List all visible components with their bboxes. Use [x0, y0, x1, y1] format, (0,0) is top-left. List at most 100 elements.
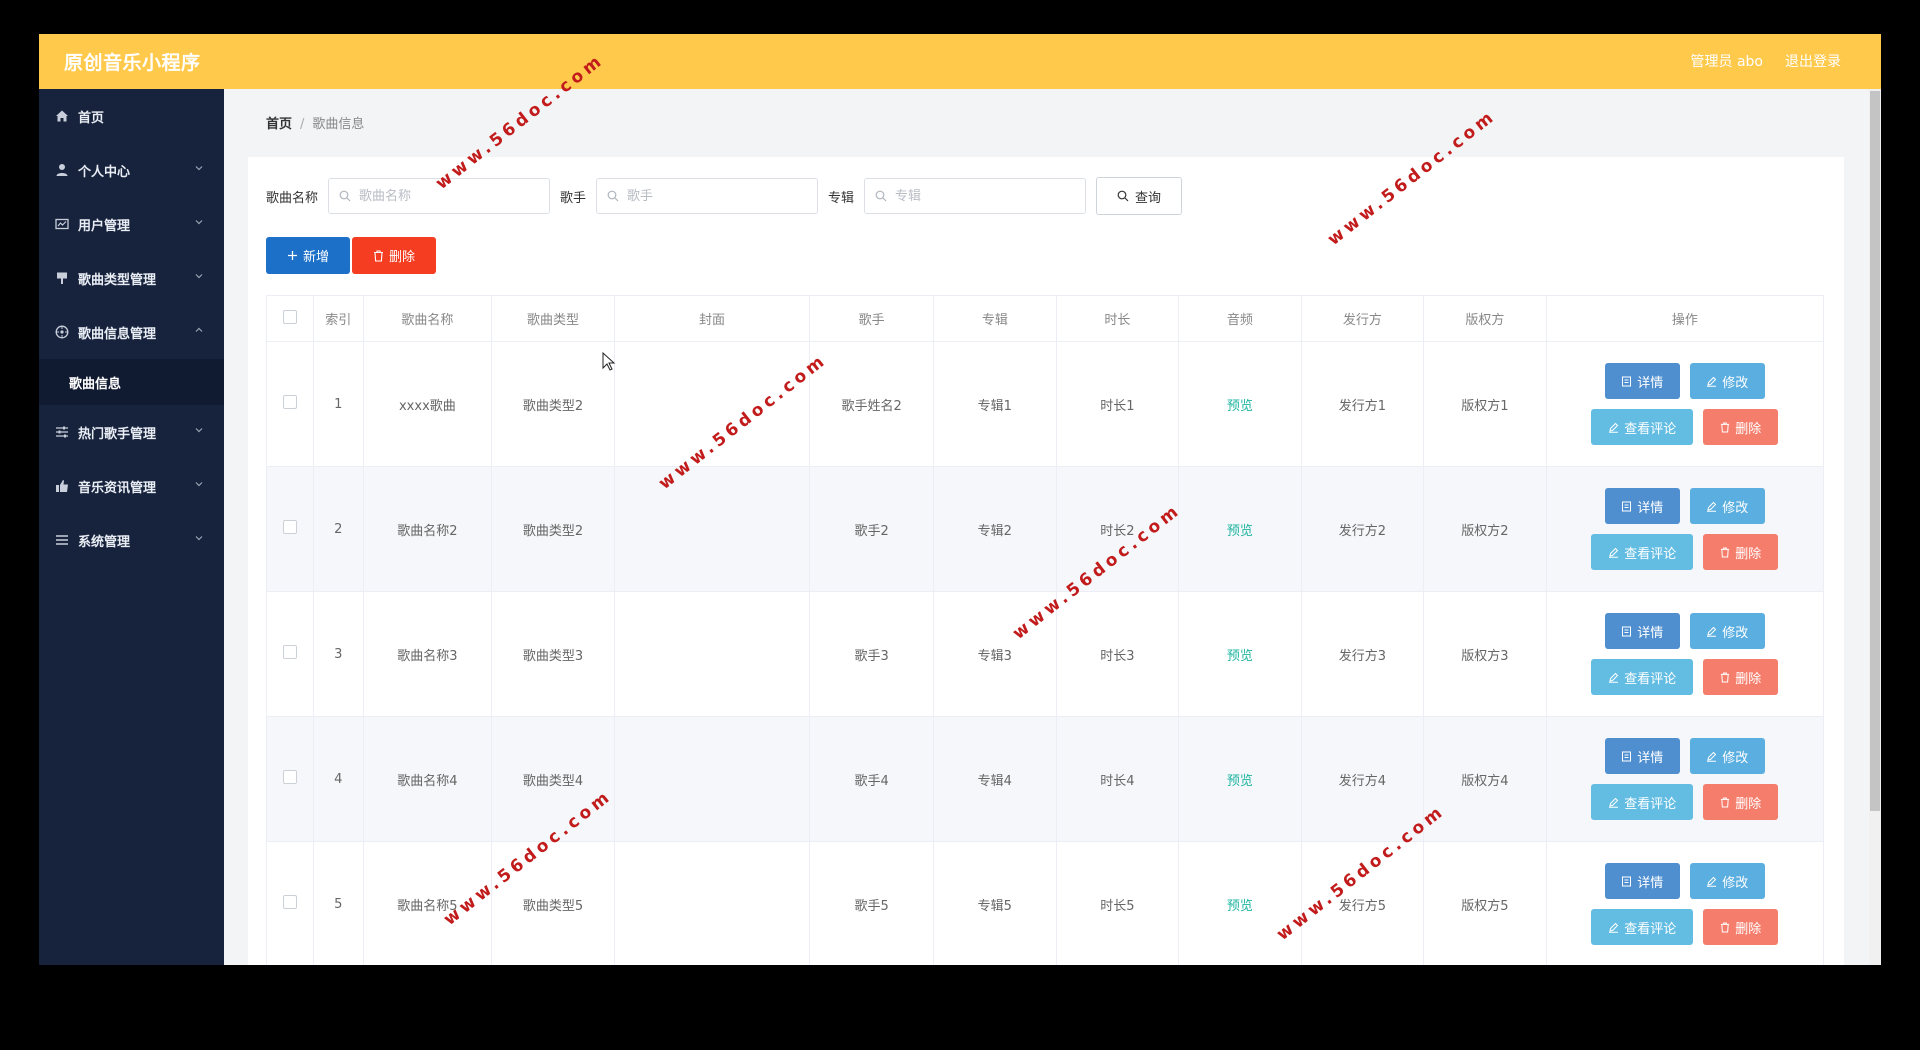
- view-comments-button[interactable]: 查看评论: [1591, 409, 1694, 445]
- thumb-icon: [55, 479, 69, 493]
- album-input[interactable]: [893, 187, 1078, 205]
- sidebar-item-song-info[interactable]: 歌曲信息管理: [39, 305, 224, 359]
- song-name-label: 歌曲名称: [266, 190, 319, 206]
- table-cell: 发行方5: [1300, 841, 1425, 965]
- row-delete-button[interactable]: 删除: [1703, 784, 1779, 820]
- document-icon: [1622, 876, 1632, 886]
- sidebar-item-hot-singers[interactable]: 热门歌手管理: [39, 405, 224, 459]
- table-row: 2 歌曲名称2 歌曲类型2 歌手2 专辑2 时长2 预览 发行方2 版权方2 详情 修改 查看评论 删除: [265, 466, 1825, 592]
- table-cell: xxxx歌曲: [362, 341, 493, 467]
- table-cell: 1: [313, 341, 364, 467]
- row-select-cell: [265, 591, 315, 717]
- song-name-input[interactable]: [357, 187, 542, 205]
- table-cell: 专辑3: [933, 591, 1057, 717]
- edit-icon: [1609, 922, 1619, 933]
- trash-icon: [1721, 546, 1730, 558]
- edit-button[interactable]: 修改: [1689, 363, 1765, 399]
- column-header: 歌曲名称: [362, 295, 493, 342]
- table-cell: 时长1: [1055, 341, 1180, 467]
- row-checkbox[interactable]: [283, 645, 298, 659]
- column-header: 歌曲类型: [491, 295, 615, 342]
- search-icon: [875, 190, 887, 202]
- chevron-down-icon: [195, 166, 203, 171]
- chevron-down-icon: [195, 220, 203, 225]
- edit-button[interactable]: 修改: [1689, 613, 1765, 649]
- sidebar-item-music-news[interactable]: 音乐资讯管理: [39, 459, 224, 513]
- edit-button[interactable]: 修改: [1689, 488, 1765, 524]
- table-cell: 歌曲类型4: [491, 716, 615, 842]
- audio-preview-link[interactable]: 预览: [1178, 466, 1302, 592]
- sidebar-item-users[interactable]: 用户管理: [39, 197, 224, 251]
- trash-icon: [373, 249, 383, 262]
- row-checkbox[interactable]: [283, 520, 298, 534]
- chevron-down-icon: [195, 428, 203, 433]
- home-icon: [55, 109, 69, 123]
- row-select-cell: [265, 716, 315, 842]
- sidebar: 首页 个人中心 用户管理 歌曲类型管理 歌曲信息管理 歌曲信息 热门歌手管理 音…: [39, 89, 224, 965]
- detail-button[interactable]: 详情: [1604, 363, 1680, 399]
- breadcrumb-home[interactable]: 首页: [266, 117, 292, 132]
- album-label: 专辑: [828, 190, 855, 206]
- sidebar-item-song-types[interactable]: 歌曲类型管理: [39, 251, 224, 305]
- edit-icon: [1707, 751, 1717, 762]
- search-form: 歌曲名称 歌手 专辑 查询: [266, 177, 1183, 215]
- table-cell: 专辑2: [933, 466, 1057, 592]
- trash-icon: [1721, 921, 1730, 933]
- row-checkbox[interactable]: [283, 770, 298, 784]
- sidebar-item-home[interactable]: 首页: [39, 89, 224, 143]
- breadcrumb-separator: /: [300, 117, 305, 132]
- view-comments-button[interactable]: 查看评论: [1591, 784, 1694, 820]
- sidebar-item-personal[interactable]: 个人中心: [39, 143, 224, 197]
- mouse-cursor-icon: [602, 351, 616, 371]
- row-delete-button[interactable]: 删除: [1703, 534, 1779, 570]
- column-header: 索引: [313, 295, 364, 342]
- sidebar-item-system[interactable]: 系统管理: [39, 513, 224, 567]
- edit-icon: [1609, 797, 1619, 808]
- logout-link[interactable]: 退出登录: [1785, 51, 1841, 71]
- view-comments-button[interactable]: 查看评论: [1591, 534, 1694, 570]
- song-name-field: [328, 178, 551, 214]
- row-checkbox[interactable]: [283, 895, 298, 909]
- table-cell: 歌手3: [809, 591, 935, 717]
- edit-button[interactable]: 修改: [1689, 863, 1765, 899]
- document-icon: [1622, 751, 1632, 761]
- audio-preview-link[interactable]: 预览: [1178, 841, 1302, 965]
- row-delete-button[interactable]: 删除: [1703, 659, 1779, 695]
- select-all-checkbox[interactable]: [283, 309, 298, 324]
- view-comments-button[interactable]: 查看评论: [1591, 659, 1694, 695]
- edit-icon: [1609, 547, 1619, 558]
- batch-delete-button[interactable]: 删除: [352, 237, 436, 274]
- table-cell: 歌手4: [809, 716, 935, 842]
- scrollbar-thumb[interactable]: [1870, 91, 1880, 811]
- detail-button[interactable]: 详情: [1604, 863, 1680, 899]
- row-delete-button[interactable]: 删除: [1703, 909, 1779, 945]
- detail-button[interactable]: 详情: [1604, 488, 1680, 524]
- table-cell: 时长3: [1055, 591, 1180, 717]
- detail-button[interactable]: 详情: [1604, 613, 1680, 649]
- audio-preview-link[interactable]: 预览: [1178, 591, 1302, 717]
- sidebar-item-label: 歌曲信息管理: [78, 326, 157, 342]
- table-cell: 歌曲名称4: [362, 716, 493, 842]
- chevron-down-icon: [195, 482, 203, 487]
- column-header: 版权方: [1423, 295, 1547, 342]
- detail-button[interactable]: 详情: [1604, 738, 1680, 774]
- sidebar-item-label: 音乐资讯管理: [78, 480, 157, 496]
- admin-name[interactable]: 管理员 abo: [1691, 51, 1763, 71]
- audio-preview-link[interactable]: 预览: [1178, 716, 1302, 842]
- query-button[interactable]: 查询: [1096, 177, 1183, 215]
- edit-button[interactable]: 修改: [1689, 738, 1765, 774]
- table-cell: 时长2: [1055, 466, 1180, 592]
- table-cell: 发行方2: [1300, 466, 1425, 592]
- cover-cell: [613, 591, 811, 717]
- sidebar-subitem-song-info[interactable]: 歌曲信息: [39, 359, 224, 405]
- edit-icon: [1707, 501, 1717, 512]
- singer-input[interactable]: [625, 187, 810, 205]
- row-delete-button[interactable]: 删除: [1703, 409, 1779, 445]
- view-comments-button[interactable]: 查看评论: [1591, 909, 1694, 945]
- page-scrollbar[interactable]: [1869, 89, 1881, 965]
- row-checkbox[interactable]: [283, 395, 298, 409]
- table-cell: 专辑4: [933, 716, 1057, 842]
- add-button[interactable]: 新增: [266, 237, 350, 274]
- audio-preview-link[interactable]: 预览: [1178, 341, 1302, 467]
- table-cell: 版权方1: [1423, 341, 1547, 467]
